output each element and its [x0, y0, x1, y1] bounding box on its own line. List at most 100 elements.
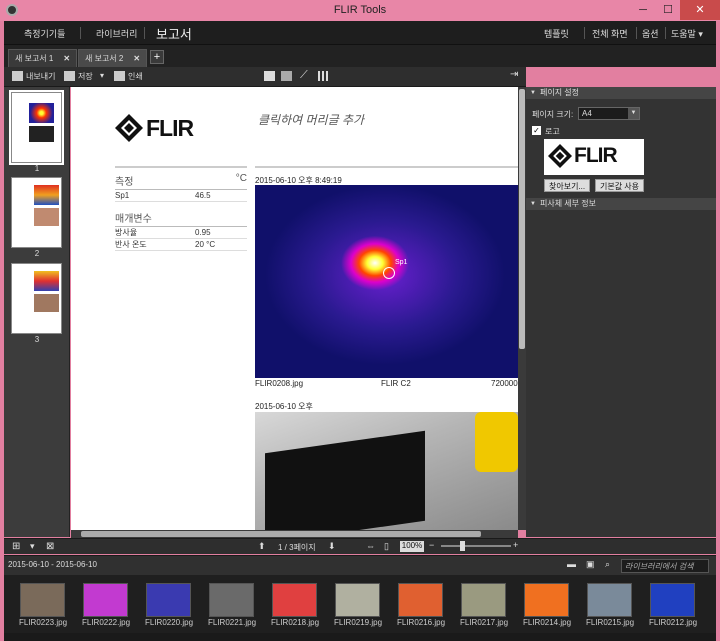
- add-page-icon[interactable]: ⊞: [12, 541, 20, 552]
- flir-logo-mark-icon: [548, 144, 572, 168]
- emissivity-value: 0.95: [195, 228, 211, 237]
- measurement-table[interactable]: 측정 °C Sp1 46.5 매개변수 방사율 0.95 반사 온도 20 °C: [115, 173, 247, 251]
- library-search-input[interactable]: 라이브러리에서 검색: [621, 559, 709, 573]
- photo-timestamp: 2015-06-10 오후: [255, 402, 313, 411]
- save-button[interactable]: 저장: [78, 71, 93, 82]
- minimize-icon[interactable]: ─: [630, 0, 656, 20]
- filmstrip-thumbnail[interactable]: [650, 583, 695, 617]
- filmstrip-filename: FLIR0219.jpg: [333, 618, 383, 627]
- filmstrip-scrollbar[interactable]: [4, 633, 716, 641]
- visual-photo[interactable]: [255, 412, 518, 530]
- close-icon[interactable]: ✕: [680, 0, 720, 20]
- ir-camera: FLIR C2: [381, 379, 411, 388]
- filmstrip-thumbnail[interactable]: [398, 583, 443, 617]
- measure-title: 측정: [115, 177, 134, 188]
- zoom-slider[interactable]: [441, 545, 511, 547]
- next-page-icon[interactable]: ⬇: [328, 541, 336, 552]
- filmstrip-filename: FLIR0216.jpg: [396, 618, 446, 627]
- maximize-icon[interactable]: ☐: [655, 0, 681, 20]
- export-button[interactable]: 내보내기: [26, 71, 55, 82]
- ir-serial: 720000: [491, 379, 518, 388]
- fit-width-icon[interactable]: ⇔: [366, 541, 375, 551]
- filmstrip-thumbnail[interactable]: [272, 583, 317, 617]
- thumbnail-ir: [34, 185, 59, 205]
- menu-templates[interactable]: 템플릿: [544, 27, 569, 40]
- filmstrip-thumbnail[interactable]: [335, 583, 380, 617]
- close-tab-icon[interactable]: ✕: [133, 54, 140, 63]
- scroll-thumb[interactable]: [519, 89, 525, 349]
- menu-separator: [584, 27, 585, 39]
- import-icon[interactable]: ▣: [586, 559, 595, 570]
- add-page-dropdown-icon[interactable]: ▾: [30, 541, 35, 552]
- menu-options[interactable]: 옵션: [642, 27, 659, 40]
- zoom-out-icon[interactable]: −: [429, 540, 434, 550]
- menu-fullscreen[interactable]: 전체 화면: [592, 27, 628, 40]
- logo-checkbox[interactable]: ✓: [532, 126, 541, 135]
- sp1-label: Sp1: [115, 191, 130, 200]
- filmstrip-thumbnail[interactable]: [20, 583, 65, 617]
- object-details-header[interactable]: 피사체 세부 정보: [526, 198, 716, 210]
- zoom-in-icon[interactable]: +: [513, 540, 518, 550]
- logo-label: 로고: [545, 127, 560, 136]
- filmstrip-thumbnail[interactable]: [461, 583, 506, 617]
- filmstrip-thumbnail[interactable]: [587, 583, 632, 617]
- horizontal-scrollbar[interactable]: [71, 530, 518, 538]
- delete-page-icon[interactable]: ⊠: [46, 541, 54, 552]
- thumbnail-photo: [29, 126, 54, 142]
- report-tabs: 새 보고서 1 ✕ 새 보고서 2 ✕ +: [4, 45, 716, 67]
- default-logo-button[interactable]: 기본값 사용: [595, 179, 645, 192]
- tab-report-2[interactable]: 새 보고서 2 ✕: [78, 49, 148, 67]
- tab-label: 새 보고서 2: [85, 54, 124, 63]
- thumbnail-page-2[interactable]: [11, 177, 62, 248]
- prev-page-icon[interactable]: ⬆: [258, 541, 266, 552]
- filmstrip-thumbnail[interactable]: [83, 583, 128, 617]
- app-window: FLIR Tools ─ ☐ ✕ 측정기기들 라이브러리 보고서 템플릿 전체 …: [0, 0, 720, 641]
- filmstrip-filename: FLIR0214.jpg: [522, 618, 572, 627]
- thumbnail-photo: [34, 294, 59, 312]
- thumbnail-page-1[interactable]: [9, 90, 64, 165]
- collapse-panel-icon[interactable]: ⇥: [510, 69, 518, 80]
- params-header: 매개변수: [115, 210, 247, 227]
- divider: [255, 166, 518, 168]
- page-size-select[interactable]: A4 ▼: [578, 107, 640, 120]
- camera-device: [265, 430, 425, 530]
- vertical-scrollbar[interactable]: [518, 87, 526, 530]
- filmstrip-thumbnail[interactable]: [146, 583, 191, 617]
- line-tool-icon[interactable]: ⟋: [300, 69, 308, 82]
- table-row: Sp1 46.5: [115, 190, 247, 202]
- scroll-thumb[interactable]: [81, 531, 481, 537]
- report-page: FLIR 클릭하여 머리글 추가 측정 °C Sp1 46.5 매개변수 방사율 0.…: [71, 87, 518, 530]
- fit-page-icon[interactable]: ▯: [384, 541, 389, 552]
- save-dropdown-icon[interactable]: ▾: [100, 71, 104, 80]
- menu-devices[interactable]: 측정기기들: [24, 27, 65, 40]
- add-tab-button[interactable]: +: [150, 50, 164, 64]
- print-button[interactable]: 인쇄: [128, 71, 143, 82]
- thumbnail-page-3[interactable]: [11, 263, 62, 334]
- table-tool-icon[interactable]: [318, 71, 329, 81]
- browse-button[interactable]: 찾아보기...: [544, 179, 591, 192]
- thumbnail-number: 1: [34, 164, 40, 173]
- view-single-icon[interactable]: [264, 71, 275, 81]
- menu-help[interactable]: 도움말 ▾: [671, 27, 703, 40]
- thumbnail-number: 3: [34, 335, 40, 344]
- header-placeholder[interactable]: 클릭하여 머리글 추가: [258, 111, 364, 128]
- close-tab-icon[interactable]: ✕: [63, 54, 70, 63]
- page-settings-header[interactable]: 페이지 설정: [526, 87, 716, 99]
- thermal-image[interactable]: Sp1: [255, 185, 518, 378]
- spot-marker-icon[interactable]: [383, 267, 395, 279]
- filmstrip-thumbnail[interactable]: [524, 583, 569, 617]
- menu-report[interactable]: 보고서: [156, 24, 192, 43]
- zoom-slider-handle[interactable]: [460, 541, 465, 551]
- filmstrip-thumbnail[interactable]: [209, 583, 254, 617]
- view-layout-icon[interactable]: [281, 71, 292, 81]
- menu-library[interactable]: 라이브러리: [96, 27, 137, 40]
- menu-separator: [665, 27, 666, 39]
- page-size-value: A4: [582, 109, 592, 118]
- zoom-value[interactable]: 100%: [400, 541, 424, 552]
- thumbnail-photo: [34, 208, 59, 226]
- tab-report-1[interactable]: 새 보고서 1 ✕: [8, 49, 78, 67]
- search-icon: ⌕: [605, 559, 611, 569]
- menu-separator: [80, 27, 81, 39]
- filmstrip-filename: FLIR0222.jpg: [81, 618, 131, 627]
- folder-icon[interactable]: ▬: [567, 559, 576, 569]
